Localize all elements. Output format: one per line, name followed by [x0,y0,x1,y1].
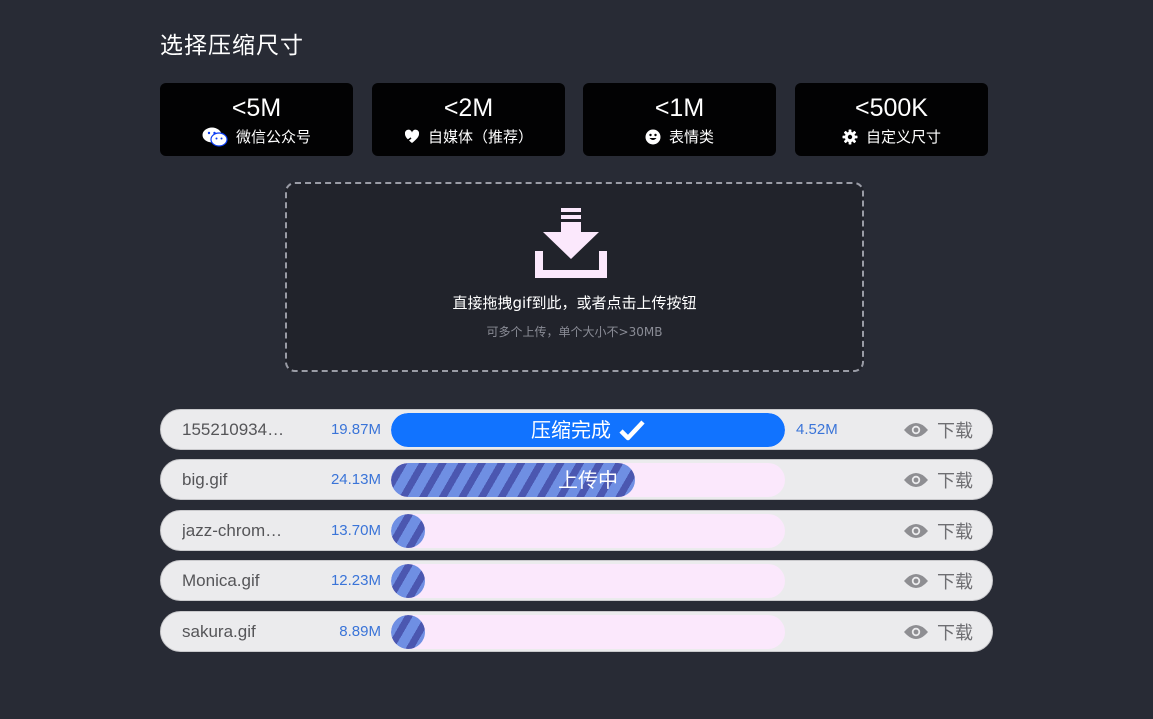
file-row: Monica.gif 12.23M 下载 [160,560,993,601]
progress-fill [391,564,425,598]
progress-fill [391,615,425,649]
size-option-2m[interactable]: <2M 自媒体（推荐） [372,83,565,156]
file-name: sakura.gif [182,622,256,641]
file-name: jazz-chrom… [182,521,283,540]
progress-fill [391,514,425,548]
gear-icon [842,129,858,144]
file-name: 155210934… [182,420,285,439]
progress-track: 压缩完成 [391,413,785,447]
original-size: 8.89M [339,623,381,640]
page-title: 选择压缩尺寸 [160,33,304,59]
eye-icon [904,624,928,639]
file-row: 155210934… 19.87M 压缩完成 4.52M 下载 [160,409,993,450]
progress-status: 压缩完成 [531,418,611,442]
wechat-icon [202,127,228,147]
download-button[interactable]: 下载 [903,561,973,600]
size-option-label: 表情类 [668,128,714,146]
download-button[interactable]: 下载 [903,410,973,449]
download-button[interactable]: 下载 [903,511,973,550]
size-value: <5M [231,94,282,122]
download-label: 下载 [937,420,973,442]
progress-status: 上传中 [558,468,618,492]
original-size: 12.23M [330,572,381,589]
download-label: 下载 [937,571,973,593]
file-row: big.gif 24.13M 上传中 下载 [160,459,993,500]
download-tray-icon [535,208,607,278]
size-option-label: 微信公众号 [235,128,311,146]
file-name: big.gif [182,470,228,489]
check-icon [619,420,645,441]
download-label: 下载 [937,622,973,644]
size-option-1m[interactable]: <1M 表情类 [583,83,776,156]
size-value: <1M [654,94,705,122]
download-label: 下载 [937,521,973,543]
progress-track [391,564,785,598]
download-label: 下载 [937,470,973,492]
eye-icon [904,472,928,487]
eye-icon [904,523,928,538]
progress-track [391,615,785,649]
file-row: jazz-chrom… 13.70M 下载 [160,510,993,551]
original-size: 24.13M [330,471,381,488]
download-button[interactable]: 下载 [903,612,973,651]
upload-dropzone[interactable]: 直接拖拽gif到此，或者点击上传按钮 可多个上传，单个大小不>30MB [285,182,864,372]
progress-track [391,514,785,548]
original-size: 19.87M [330,421,381,438]
progress-track: 上传中 [391,463,785,497]
eye-icon [904,573,928,588]
download-button[interactable]: 下载 [903,460,973,499]
smile-icon [645,129,661,144]
size-option-label: 自定义尺寸 [865,128,941,146]
size-value: <500K [855,94,928,122]
heart-hand-icon [404,129,420,143]
eye-icon [904,422,928,437]
upload-limit-hint: 可多个上传，单个大小不>30MB [486,325,663,339]
file-name: Monica.gif [182,571,260,590]
compressed-size: 4.52M [796,421,838,438]
file-row: sakura.gif 8.89M 下载 [160,611,993,652]
size-option-500k[interactable]: <500K 自定义尺寸 [795,83,988,156]
size-value: <2M [443,94,494,122]
size-option-5m[interactable]: <5M 微信公众号 [160,83,353,156]
original-size: 13.70M [330,522,381,539]
size-option-label: 自媒体（推荐） [427,128,533,146]
upload-instruction: 直接拖拽gif到此，或者点击上传按钮 [452,294,697,312]
